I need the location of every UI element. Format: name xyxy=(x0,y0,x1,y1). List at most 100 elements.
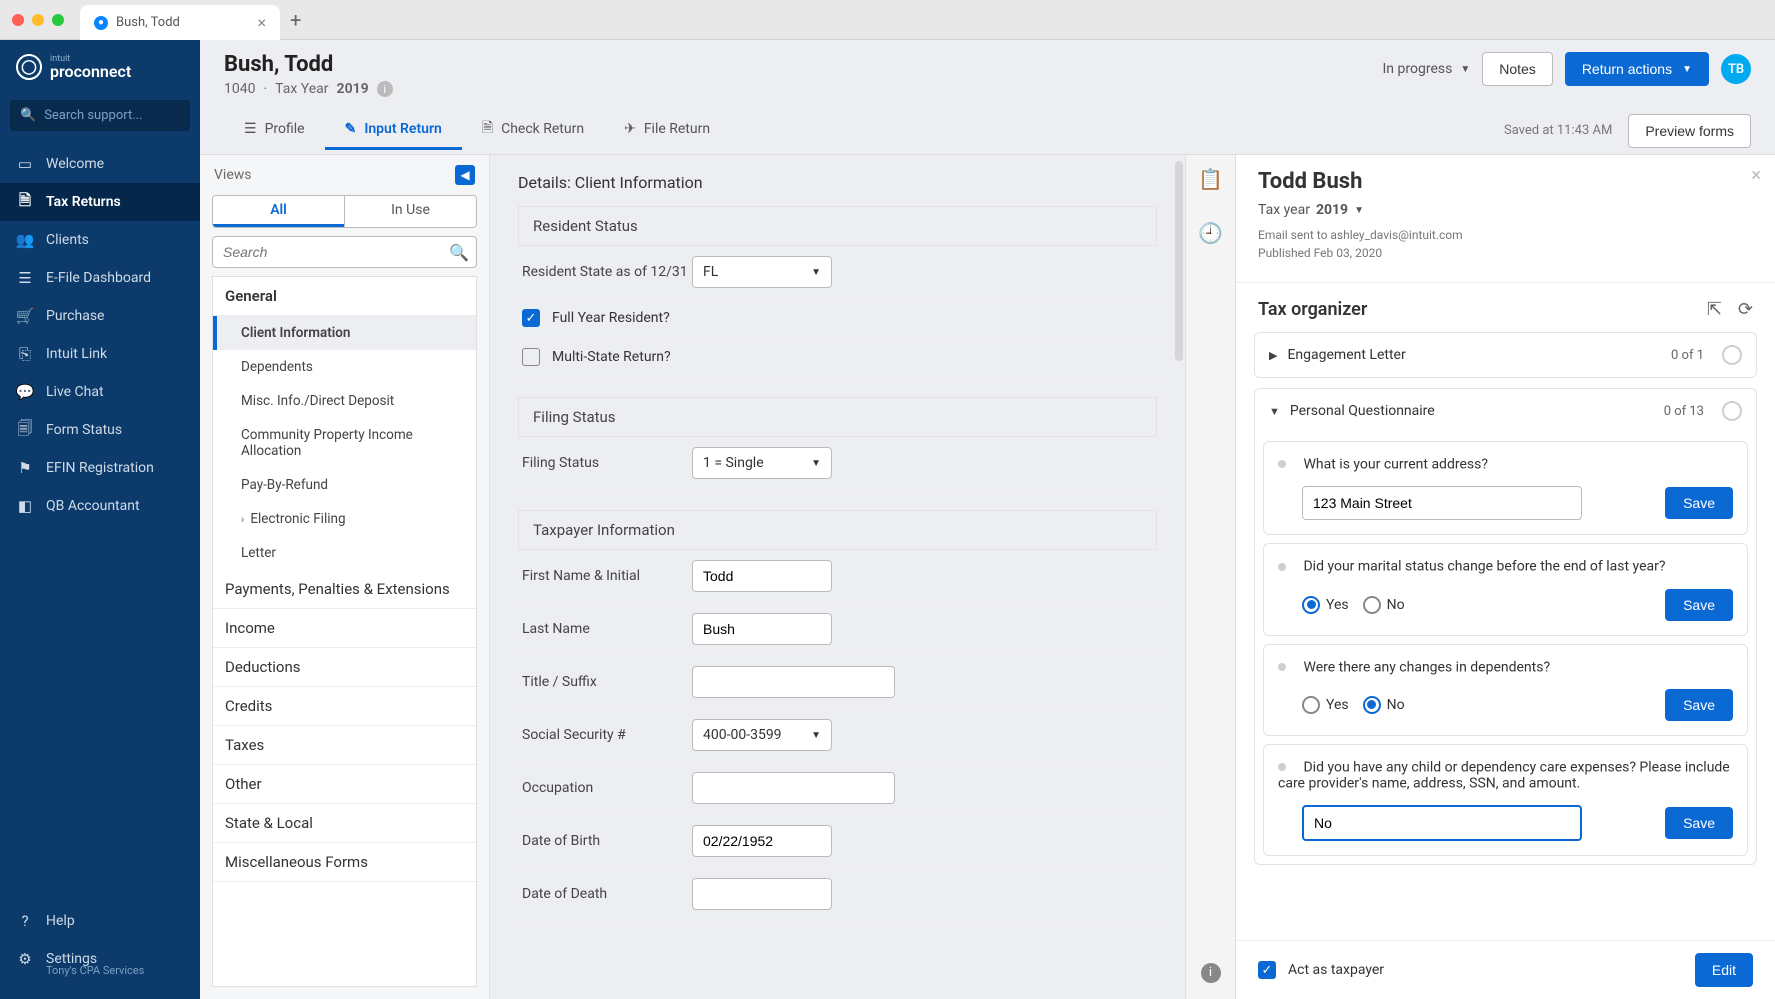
radio-no[interactable]: No xyxy=(1363,596,1405,614)
title-suffix-input[interactable] xyxy=(692,666,895,698)
nav-live-chat[interactable]: 💬Live Chat xyxy=(0,373,200,411)
chevron-down-icon: ▼ xyxy=(811,267,821,278)
chevron-right-icon: ▶ xyxy=(1269,349,1277,362)
bullet-icon xyxy=(1278,563,1286,571)
list-icon: ☰ xyxy=(16,269,34,287)
act-as-taxpayer-checkbox[interactable]: ✓ xyxy=(1258,961,1276,979)
views-title: Views xyxy=(214,167,252,183)
organizer-title: Tax organizer xyxy=(1258,299,1367,320)
personal-questionnaire-card[interactable]: ▼ Personal Questionnaire 0 of 13 xyxy=(1255,389,1756,433)
item-electronic-filing[interactable]: ›Electronic Filing xyxy=(213,502,476,536)
export-icon[interactable]: ⇱ xyxy=(1707,299,1722,320)
nav-form-status[interactable]: 🗐Form Status xyxy=(0,411,200,449)
section-payments[interactable]: Payments, Penalties & Extensions xyxy=(213,570,476,609)
dod-input[interactable] xyxy=(692,878,832,910)
radio-no[interactable]: No xyxy=(1363,696,1405,714)
section-misc-forms[interactable]: Miscellaneous Forms xyxy=(213,843,476,882)
first-name-input[interactable] xyxy=(692,560,832,592)
browser-tab[interactable]: ● Bush, Todd × xyxy=(80,5,280,40)
published-text: Published Feb 03, 2020 xyxy=(1258,244,1753,262)
nav-help[interactable]: ?Help xyxy=(0,902,200,940)
full-year-checkbox[interactable]: ✓ xyxy=(522,309,540,327)
scrollbar[interactable] xyxy=(1175,161,1183,361)
nav-purchase[interactable]: 🛒Purchase xyxy=(0,297,200,335)
item-community-property[interactable]: Community Property Income Allocation xyxy=(213,418,476,468)
save-button[interactable]: Save xyxy=(1665,487,1733,519)
close-icon[interactable]: × xyxy=(257,13,266,32)
saved-timestamp: Saved at 11:43 AM xyxy=(1504,123,1612,138)
section-taxes[interactable]: Taxes xyxy=(213,726,476,765)
nav-intuit-link[interactable]: ⎘Intuit Link xyxy=(0,335,200,373)
window-controls[interactable] xyxy=(12,14,64,26)
views-panel: Views ◀ All In Use 🔍 General Client Info… xyxy=(200,155,490,999)
views-segment[interactable]: All In Use xyxy=(212,195,477,228)
seg-in-use[interactable]: In Use xyxy=(344,196,476,227)
engagement-letter-card[interactable]: ▶ Engagement Letter 0 of 1 xyxy=(1255,333,1756,377)
occupation-input[interactable] xyxy=(692,772,895,804)
resident-state-label: Resident State as of 12/31 xyxy=(522,264,692,280)
clipboard-icon[interactable]: 📋 xyxy=(1198,167,1223,191)
radio-yes[interactable]: Yes xyxy=(1302,696,1349,714)
sidebar: ◯ intuit proconnect 🔍 Search support... … xyxy=(0,40,200,999)
section-income[interactable]: Income xyxy=(213,609,476,648)
panel-tax-year-dropdown[interactable]: Tax year 2019 ▼ xyxy=(1258,202,1753,218)
brand: ◯ intuit proconnect xyxy=(0,40,200,94)
tab-file-return[interactable]: ✈File Return xyxy=(604,111,730,150)
link-icon: ⎘ xyxy=(16,345,34,363)
filing-status-select[interactable]: 1 = Single▼ xyxy=(692,447,832,479)
section-deductions[interactable]: Deductions xyxy=(213,648,476,687)
multi-state-label: Multi-State Return? xyxy=(552,349,671,365)
save-button[interactable]: Save xyxy=(1665,589,1733,621)
nav-efile-dashboard[interactable]: ☰E-File Dashboard xyxy=(0,259,200,297)
save-button[interactable]: Save xyxy=(1665,689,1733,721)
status-dropdown[interactable]: In progress▼ xyxy=(1383,61,1471,77)
history-icon[interactable]: 🕘 xyxy=(1198,221,1223,245)
notes-button[interactable]: Notes xyxy=(1482,52,1553,86)
nav-efin-registration[interactable]: ⚑EFIN Registration xyxy=(0,449,200,487)
multi-state-checkbox[interactable] xyxy=(522,348,540,366)
preview-forms-button[interactable]: Preview forms xyxy=(1628,114,1751,148)
tab-input-return[interactable]: ✎Input Return xyxy=(325,111,462,150)
item-pay-by-refund[interactable]: Pay-By-Refund xyxy=(213,468,476,502)
nav-clients[interactable]: 👥Clients xyxy=(0,221,200,259)
close-panel-icon[interactable]: × xyxy=(1751,165,1761,186)
form-icon: 🗐 xyxy=(16,421,34,439)
info-icon[interactable]: i xyxy=(1201,963,1221,983)
dob-input[interactable] xyxy=(692,825,832,857)
collapse-views-button[interactable]: ◀ xyxy=(455,165,475,185)
info-icon[interactable]: i xyxy=(377,81,393,97)
refresh-icon[interactable]: ⟳ xyxy=(1738,299,1753,320)
user-avatar[interactable]: TB xyxy=(1721,54,1751,84)
return-actions-button[interactable]: Return actions▼ xyxy=(1565,52,1709,86)
item-letter[interactable]: Letter xyxy=(213,536,476,570)
section-general[interactable]: General xyxy=(213,277,476,316)
ssn-select[interactable]: 400-00-3599▼ xyxy=(692,719,832,751)
search-icon[interactable]: 🔍 xyxy=(449,243,469,262)
nav-tax-returns[interactable]: 🗎Tax Returns xyxy=(0,183,200,221)
last-name-input[interactable] xyxy=(692,613,832,645)
item-misc-direct-deposit[interactable]: Misc. Info./Direct Deposit xyxy=(213,384,476,418)
edit-button[interactable]: Edit xyxy=(1695,953,1753,987)
section-credits[interactable]: Credits xyxy=(213,687,476,726)
brand-logo-icon: ◯ xyxy=(16,54,42,80)
tab-check-return[interactable]: 🗎Check Return xyxy=(462,107,604,154)
search-support-input[interactable]: 🔍 Search support... xyxy=(10,100,190,131)
childcare-input[interactable] xyxy=(1302,805,1582,841)
filing-status-label: Filing Status xyxy=(522,455,692,471)
document-icon: 🗎 xyxy=(16,193,34,211)
new-tab-button[interactable]: + xyxy=(290,8,301,32)
save-button[interactable]: Save xyxy=(1665,807,1733,839)
item-dependents[interactable]: Dependents xyxy=(213,350,476,384)
nav-qb-accountant[interactable]: ◧QB Accountant xyxy=(0,487,200,525)
resident-state-select[interactable]: FL▼ xyxy=(692,256,832,288)
section-other[interactable]: Other xyxy=(213,765,476,804)
radio-yes[interactable]: Yes xyxy=(1302,596,1349,614)
nav-welcome[interactable]: ▭Welcome xyxy=(0,145,200,183)
section-state-local[interactable]: State & Local xyxy=(213,804,476,843)
views-search-input[interactable] xyxy=(212,236,477,268)
status-circle-icon xyxy=(1722,401,1742,421)
tab-profile[interactable]: ☰Profile xyxy=(224,111,325,150)
seg-all[interactable]: All xyxy=(213,196,344,227)
item-client-information[interactable]: Client Information xyxy=(213,316,476,350)
address-input[interactable] xyxy=(1302,486,1582,520)
